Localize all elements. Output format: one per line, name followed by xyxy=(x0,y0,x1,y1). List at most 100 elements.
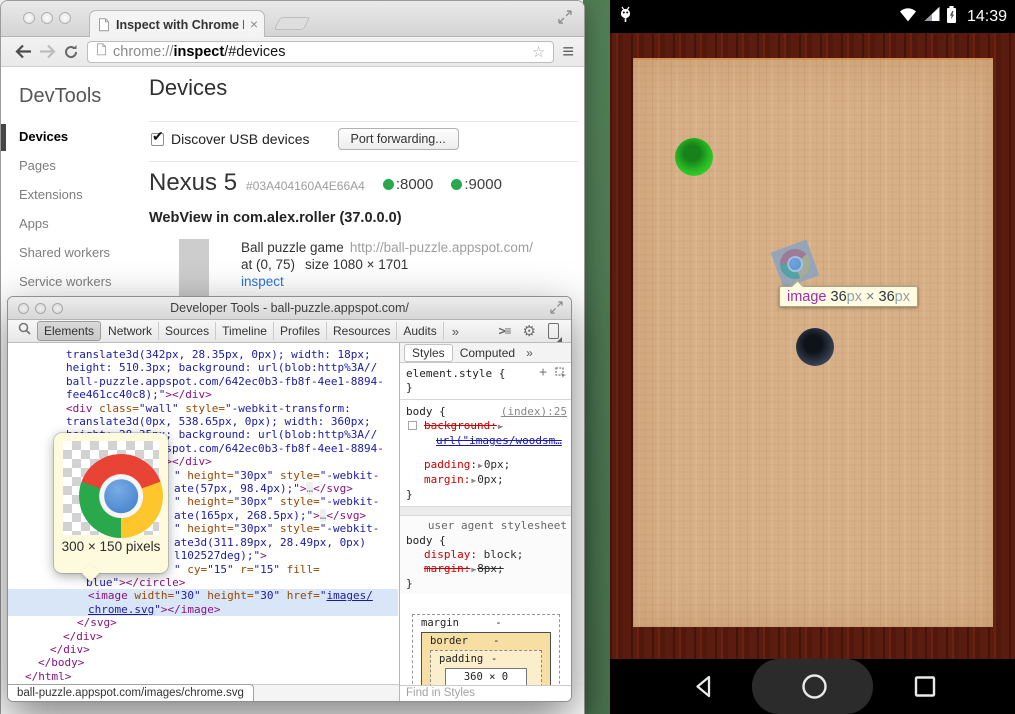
element-style-rule[interactable]: element.style { } + xyxy=(400,363,572,400)
devtools-tab-elements[interactable]: Elements xyxy=(37,321,101,341)
screen: Inspect with Chrome Devel × chro xyxy=(0,0,1015,714)
reload-icon[interactable] xyxy=(59,41,83,63)
sidebar-item-devices[interactable]: Devices xyxy=(1,123,141,152)
devtools-tab-audits[interactable]: Audits xyxy=(397,322,443,340)
user-agent-rule[interactable]: user agent stylesheet body { display: bl… xyxy=(400,516,572,594)
back-icon[interactable] xyxy=(11,41,35,63)
code-line[interactable]: height: 510.3px; background: url(blob:ht… xyxy=(8,361,398,374)
expand-window-icon[interactable] xyxy=(550,301,563,319)
new-tab-button[interactable] xyxy=(274,17,311,30)
sidebar: DevicesPagesExtensionsAppsShared workers… xyxy=(1,123,141,297)
sidebar-item-shared-workers[interactable]: Shared workers xyxy=(1,239,141,268)
forward-icon[interactable] xyxy=(35,41,59,63)
code-line[interactable]: blue"></circle> xyxy=(8,576,398,589)
stylesheet-source-link[interactable]: (index):25 xyxy=(501,404,567,419)
discover-usb-label: Discover USB devices xyxy=(171,131,310,147)
image-dimensions: 300 × 150 pixels xyxy=(54,539,168,554)
menu-icon[interactable]: ≡ xyxy=(562,42,574,62)
devtools-tab-profiles[interactable]: Profiles xyxy=(274,322,327,340)
css-property[interactable]: margin:▶8px; xyxy=(406,562,567,577)
css-property[interactable]: padding:▶0px; xyxy=(406,458,567,473)
box-model-diagram[interactable]: margin- border- padding- 360 × 0 xyxy=(412,614,560,689)
url-text: chrome://inspect/#devices xyxy=(113,44,285,60)
game-playfield[interactable]: image 36px × 36px xyxy=(633,58,993,627)
port-forwarding-button[interactable]: Port forwarding... xyxy=(338,128,459,150)
sidebar-item-service-workers[interactable]: Service workers xyxy=(1,268,141,297)
port-status: :8000 xyxy=(383,176,434,193)
tab-title: Inspect with Chrome Devel xyxy=(116,18,244,32)
code-line[interactable]: ball-puzzle.appspot.com/642ec0b3-fb8f-4e… xyxy=(8,375,398,388)
link-preview: ball-puzzle.appspot.com/images/chrome.sv… xyxy=(8,684,254,701)
code-line[interactable]: fee461cc40c8);"></div> xyxy=(8,388,398,401)
page-url[interactable]: http://ball-puzzle.appspot.com/ xyxy=(350,240,533,255)
close-tab-icon[interactable]: × xyxy=(250,16,258,32)
element-size-tooltip: image 36px × 36px xyxy=(779,286,918,307)
settings-gear-icon[interactable]: ⚙ xyxy=(523,322,536,340)
code-line[interactable]: <image width="30" height="30" href="imag… xyxy=(8,589,398,602)
home-button[interactable] xyxy=(801,673,828,700)
discover-usb-checkbox[interactable]: ✔ xyxy=(151,133,164,146)
divider xyxy=(149,121,578,122)
property-checkbox[interactable] xyxy=(408,421,417,430)
search-icon[interactable] xyxy=(18,322,31,340)
devtools-tab-sources[interactable]: Sources xyxy=(159,322,216,340)
window-close-button[interactable] xyxy=(23,12,35,24)
code-line[interactable]: </html> xyxy=(8,670,398,683)
recents-button[interactable] xyxy=(912,673,938,700)
tab-styles[interactable]: Styles xyxy=(404,344,453,362)
more-tabs-icon[interactable]: » xyxy=(452,324,459,339)
code-line[interactable]: </div> xyxy=(8,630,398,643)
code-line[interactable]: chrome.svg"></image> xyxy=(8,603,398,616)
more-panels-icon[interactable]: » xyxy=(526,346,533,360)
code-line[interactable]: translate3d(342px, 28.35px, 0px); width:… xyxy=(8,348,398,361)
tab-computed[interactable]: Computed xyxy=(453,345,522,361)
css-rule-body[interactable]: (index):25body { background:▶ url("image… xyxy=(400,400,572,507)
code-line[interactable]: </div> xyxy=(8,643,398,656)
wifi-icon xyxy=(898,6,918,27)
inspect-link[interactable]: inspect xyxy=(241,274,284,289)
sidebar-item-extensions[interactable]: Extensions xyxy=(1,181,141,210)
css-property[interactable]: margin:▶0px; xyxy=(406,473,567,488)
address-bar[interactable]: chrome://inspect/#devices ☆ xyxy=(87,41,554,63)
css-property-disabled[interactable]: background:▶ xyxy=(406,419,567,434)
styles-panel: Styles Computed » element.style { } + (i… xyxy=(399,343,572,701)
code-line[interactable]: </body> xyxy=(8,656,398,669)
devtools-tab-resources[interactable]: Resources xyxy=(327,322,397,340)
inspect-element-icon[interactable] xyxy=(555,367,567,382)
window-titlebar: Inspect with Chrome Devel × xyxy=(1,1,584,37)
code-line[interactable]: <div class="wall" style="-webkit-transfo… xyxy=(8,402,398,415)
transparency-checkerboard xyxy=(63,441,159,535)
devtools-tab-timeline[interactable]: Timeline xyxy=(216,322,274,340)
cell-signal-icon xyxy=(923,6,941,27)
sidebar-item-apps[interactable]: Apps xyxy=(1,210,141,239)
browser-tab[interactable]: Inspect with Chrome Devel × xyxy=(89,10,265,38)
code-line[interactable]: translate3d(0px, 538.65px, 0px); width: … xyxy=(8,415,398,428)
devtools-window-title: Developer Tools - ball-puzzle.appspot.co… xyxy=(8,301,571,315)
dark-ball[interactable] xyxy=(796,328,834,366)
find-in-styles-input[interactable]: Find in Styles xyxy=(400,685,572,701)
css-url-value[interactable]: url("images/woodsm… xyxy=(406,434,567,448)
sidebar-item-pages[interactable]: Pages xyxy=(1,152,141,181)
game-background: image 36px × 36px xyxy=(610,33,1015,659)
green-ball[interactable] xyxy=(675,138,713,176)
css-property[interactable]: display: block; xyxy=(406,548,567,562)
devtools-window: Developer Tools - ball-puzzle.appspot.co… xyxy=(7,296,572,702)
back-button[interactable] xyxy=(691,673,717,700)
android-navigation-bar xyxy=(610,659,1015,714)
devtools-tab-bar: ElementsNetworkSourcesTimelineProfilesRe… xyxy=(37,320,444,342)
code-line[interactable]: </svg> xyxy=(8,616,398,629)
divider xyxy=(400,507,572,516)
new-style-rule-icon[interactable]: + xyxy=(539,367,547,382)
expand-window-icon[interactable] xyxy=(558,10,572,29)
window-zoom-button[interactable] xyxy=(59,12,71,24)
chrome-logo-image xyxy=(79,454,163,538)
devtools-toolbar: ElementsNetworkSourcesTimelineProfilesRe… xyxy=(8,320,571,343)
bookmark-star-icon[interactable]: ☆ xyxy=(532,43,545,61)
usb-debugging-bug-icon xyxy=(618,5,633,28)
device-mode-icon[interactable] xyxy=(548,323,559,339)
ua-stylesheet-label: user agent stylesheet xyxy=(406,519,567,533)
window-minimize-button[interactable] xyxy=(41,12,53,24)
devtools-tab-network[interactable]: Network xyxy=(102,322,159,340)
page-title: Devices xyxy=(149,75,227,101)
console-icon[interactable]: >≡ xyxy=(499,324,511,338)
